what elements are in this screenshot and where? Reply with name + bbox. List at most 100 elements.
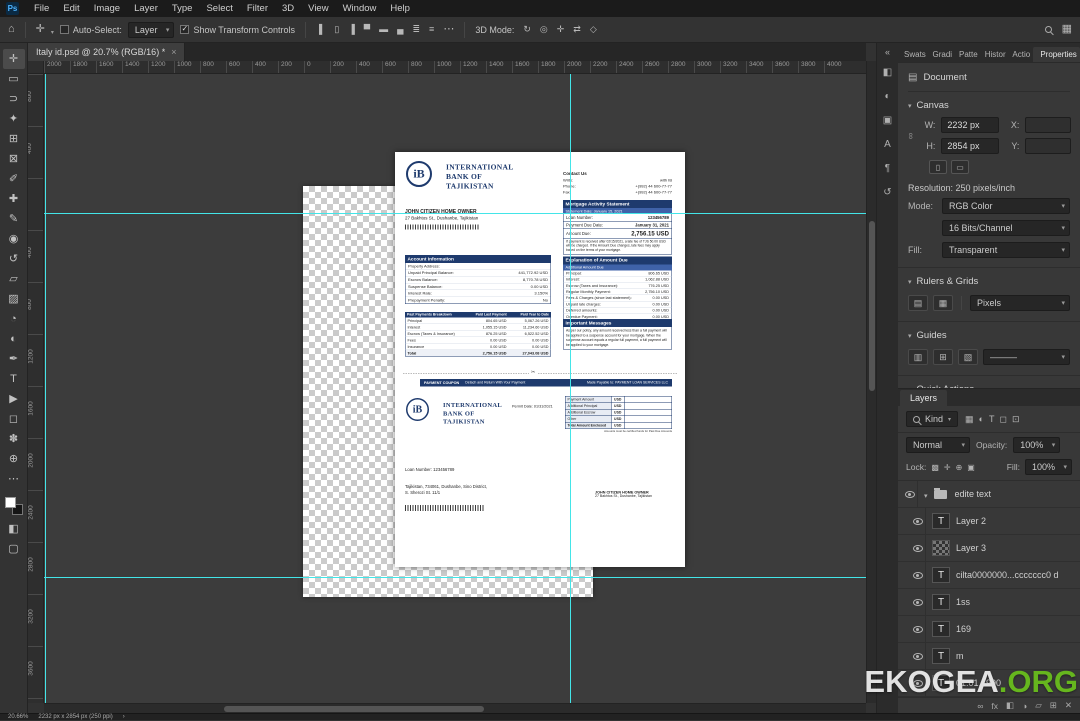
lock-all-icon[interactable]: ▣: [967, 463, 975, 472]
clone-stamp-tool[interactable]: ◉: [3, 229, 25, 249]
color-swatches[interactable]: [5, 497, 23, 515]
guide-vertical[interactable]: [570, 74, 571, 703]
3d-roll-icon[interactable]: ◎: [537, 22, 551, 37]
new-layer-icon[interactable]: ⊞: [1050, 700, 1057, 711]
blur-tool[interactable]: ◔: [3, 309, 25, 329]
guide-horizontal[interactable]: [44, 577, 866, 578]
align-top-icon[interactable]: ▀: [361, 22, 373, 37]
portrait-orientation-button[interactable]: ▯: [929, 160, 947, 174]
auto-select-checkbox[interactable]: Auto-Select:: [60, 25, 122, 35]
more-options-icon[interactable]: ⋯: [443, 24, 454, 35]
align-left-icon[interactable]: ▌: [316, 22, 328, 37]
quick-mask-button[interactable]: ◧: [3, 519, 25, 539]
history-brush-tool[interactable]: ↺: [3, 249, 25, 269]
panel-tab[interactable]: Actio: [1008, 47, 1032, 62]
new-group-icon[interactable]: ▱: [1035, 700, 1042, 711]
menu-item[interactable]: Image: [87, 1, 127, 16]
foreground-color-swatch[interactable]: [5, 497, 16, 508]
guide-vertical[interactable]: [45, 74, 46, 703]
brush-tool[interactable]: ✎: [3, 209, 25, 229]
show-transform-checkbox[interactable]: Show Transform Controls: [180, 25, 295, 35]
align-right-icon[interactable]: ▐: [345, 22, 357, 37]
align-middle-icon[interactable]: ▬: [376, 22, 391, 37]
group-expand-caret-icon[interactable]: [924, 485, 928, 503]
filter-shape-layers-icon[interactable]: ◻: [999, 414, 1006, 425]
visibility-eye-icon[interactable]: [905, 491, 915, 498]
new-guide-layout-icon[interactable]: ⊞: [933, 349, 953, 365]
canvas-section-header[interactable]: Canvas: [908, 92, 1070, 117]
color-panel-icon[interactable]: ◧: [883, 67, 892, 78]
rulers-grids-section-header[interactable]: Rulers & Grids: [908, 268, 1070, 293]
dodge-tool[interactable]: ◐: [3, 329, 25, 349]
adjustments-panel-icon[interactable]: ◐: [884, 91, 890, 102]
horizontal-scrollbar[interactable]: [44, 703, 866, 713]
distribute-horizontal-icon[interactable]: ≣: [410, 22, 424, 37]
vertical-scrollbar[interactable]: [866, 61, 876, 703]
document-page[interactable]: iB INTERNATIONAL BANK OF TAJIKISTAN Cont…: [395, 152, 685, 567]
search-icon[interactable]: [1045, 26, 1052, 33]
visibility-eye-icon[interactable]: [913, 518, 923, 525]
canvas-fill-dropdown[interactable]: Transparent: [942, 242, 1070, 258]
visibility-eye-icon[interactable]: [913, 599, 923, 606]
eraser-tool[interactable]: ▱: [3, 269, 25, 289]
menu-item[interactable]: Filter: [240, 1, 275, 16]
filter-adjustment-layers-icon[interactable]: ◐: [979, 414, 984, 425]
guides-section-header[interactable]: Guides: [908, 322, 1070, 347]
screen-mode-button[interactable]: ▢: [3, 539, 25, 559]
clear-guides-icon[interactable]: ▧: [958, 349, 978, 365]
crop-tool[interactable]: ⊞: [3, 129, 25, 149]
3d-slide-icon[interactable]: ⇄: [570, 22, 584, 37]
3d-drag-icon[interactable]: ✛: [554, 22, 568, 37]
menu-item[interactable]: Select: [199, 1, 239, 16]
filter-pixel-layers-icon[interactable]: ▦: [965, 414, 974, 425]
quick-actions-section-header[interactable]: Quick Actions: [908, 376, 1070, 388]
filter-smart-objects-icon[interactable]: ⊡: [1012, 414, 1020, 425]
layers-panel-tab[interactable]: Layers: [900, 390, 947, 406]
lasso-tool[interactable]: ⊃: [3, 89, 25, 109]
scrollbar-thumb[interactable]: [224, 706, 484, 712]
layer-filter-kind-dropdown[interactable]: Kind: [906, 411, 958, 427]
visibility-eye-icon[interactable]: [913, 545, 923, 552]
visibility-eye-icon[interactable]: [913, 653, 923, 660]
history-panel-icon[interactable]: ↺: [883, 187, 891, 198]
lock-position-icon[interactable]: ⊕: [956, 463, 963, 472]
marquee-tool[interactable]: ▭: [3, 69, 25, 89]
close-tab-icon[interactable]: ×: [171, 47, 176, 57]
path-selection-tool[interactable]: ▶: [3, 389, 25, 409]
healing-brush-tool[interactable]: ✚: [3, 189, 25, 209]
type-tool[interactable]: T: [3, 369, 25, 389]
layer-row[interactable]: T 169: [898, 616, 1080, 643]
visibility-eye-icon[interactable]: [913, 572, 923, 579]
menu-item[interactable]: Window: [336, 1, 384, 16]
filter-type-layers-icon[interactable]: T: [989, 414, 995, 425]
3d-scale-icon[interactable]: ◇: [587, 22, 600, 37]
gradient-tool[interactable]: ▨: [3, 289, 25, 309]
menu-item[interactable]: Edit: [56, 1, 86, 16]
layer-row[interactable]: T Layer 2: [898, 508, 1080, 535]
horizontal-ruler[interactable]: 2000180016001400120010008006004002000200…: [44, 61, 866, 74]
opacity-dropdown[interactable]: 100%: [1013, 437, 1060, 453]
link-layers-icon[interactable]: ∞: [977, 701, 983, 711]
toggle-grid-button[interactable]: ▦: [933, 295, 953, 311]
zoom-level[interactable]: 20.66%: [8, 714, 28, 721]
bit-depth-dropdown[interactable]: 16 Bits/Channel: [942, 220, 1070, 236]
layer-row[interactable]: T cilta0000000...ccccccc0 d: [898, 562, 1080, 589]
canvas[interactable]: iB INTERNATIONAL BANK OF TAJIKISTAN Cont…: [44, 74, 866, 703]
tool-preset-caret-icon[interactable]: [51, 21, 54, 39]
align-bottom-icon[interactable]: ▄: [394, 22, 406, 37]
menu-item[interactable]: Help: [383, 1, 417, 16]
visibility-eye-icon[interactable]: [913, 626, 923, 633]
auto-select-target-dropdown[interactable]: Layer: [128, 22, 175, 38]
frame-tool[interactable]: ⊠: [3, 149, 25, 169]
canvas-height-input[interactable]: 2854 px: [941, 138, 999, 154]
shape-tool[interactable]: ◻: [3, 409, 25, 429]
pen-tool[interactable]: ✒: [3, 349, 25, 369]
layer-row[interactable]: Layer 3: [898, 535, 1080, 562]
fill-dropdown[interactable]: 100%: [1025, 459, 1072, 475]
menu-item[interactable]: View: [301, 1, 335, 16]
layer-row[interactable]: T 1ss: [898, 589, 1080, 616]
color-mode-dropdown[interactable]: RGB Color: [942, 198, 1070, 214]
new-guide-icon[interactable]: ▥: [908, 349, 928, 365]
status-arrow-icon[interactable]: ›: [123, 714, 125, 721]
menu-item[interactable]: Type: [165, 1, 200, 16]
